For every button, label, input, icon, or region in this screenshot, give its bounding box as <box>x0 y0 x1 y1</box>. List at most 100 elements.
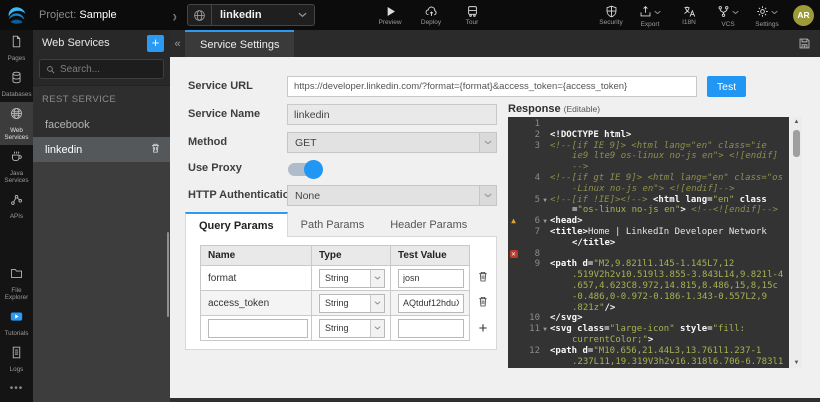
search-input[interactable] <box>60 64 157 75</box>
line-number: 5 <box>519 195 540 206</box>
delete-param-button[interactable] <box>470 270 496 288</box>
vcs-icon <box>717 4 730 18</box>
param-type-select[interactable]: String <box>319 294 385 313</box>
toolbar-preview-button[interactable]: Preview <box>377 0 403 30</box>
fold-toggle-icon[interactable]: ▼ <box>540 216 550 227</box>
sidebar-item-apis[interactable]: APIs <box>0 188 33 224</box>
toolbar-tour-button[interactable]: Tour <box>459 0 485 30</box>
delete-service-button[interactable] <box>150 142 161 157</box>
collapse-panel-icon[interactable]: « <box>170 30 185 57</box>
add-param-button[interactable]: + <box>470 320 496 337</box>
service-url-input[interactable] <box>287 76 697 97</box>
sidebar-item-pages[interactable]: Pages <box>0 30 33 66</box>
fold-toggle-icon <box>540 151 550 162</box>
response-editable-hint: (Editable) <box>564 104 600 114</box>
service-name-input[interactable] <box>287 104 497 125</box>
toolbar-export-button[interactable]: Export <box>637 0 663 30</box>
i18n-icon <box>683 4 696 18</box>
tab-header-params[interactable]: Header Params <box>377 212 480 237</box>
service-selector-dropdown[interactable]: linkedin <box>187 4 315 26</box>
param-type-select[interactable]: String <box>319 319 385 338</box>
editor-scrollbar[interactable]: ▲ ▼ <box>791 117 802 368</box>
method-select[interactable]: GET <box>287 132 497 153</box>
code-line: -Linux no-js en"> <![endif]--> <box>508 184 789 195</box>
scroll-down-icon[interactable]: ▼ <box>791 358 802 368</box>
service-item-label: facebook <box>45 119 90 131</box>
tab-query-params[interactable]: Query Params <box>185 212 288 237</box>
toolbar-deploy-button[interactable]: Deploy <box>418 0 444 30</box>
fold-toggle-icon[interactable]: ▼ <box>540 195 550 206</box>
code-line: ie9 lte9 os-linux no-js en"> <![endif] <box>508 151 789 162</box>
param-type-select[interactable]: String <box>319 269 385 288</box>
gutter-annotation <box>508 313 519 324</box>
project-label: Project: <box>39 9 76 21</box>
service-search[interactable] <box>39 59 164 79</box>
line-number: 7 <box>519 227 540 238</box>
response-code-editor[interactable]: 12<!DOCTYPE html>3<!--[if IE 9]> <html l… <box>508 117 789 368</box>
scrollbar-thumb[interactable] <box>793 130 800 157</box>
gutter-annotation <box>508 184 519 195</box>
fold-toggle-icon <box>540 141 550 152</box>
line-number <box>519 151 540 162</box>
param-test-value-input[interactable] <box>398 319 464 338</box>
web-services-icon <box>10 107 23 125</box>
panel-scrollbar[interactable] <box>167 232 169 317</box>
fold-toggle-icon <box>540 357 550 368</box>
param-type-value: String <box>320 298 370 308</box>
param-test-value-input[interactable] <box>398 294 464 313</box>
toolbar-settings-button[interactable]: Settings <box>754 0 780 30</box>
test-button[interactable]: Test <box>707 76 746 97</box>
use-proxy-toggle[interactable] <box>288 163 321 176</box>
scroll-up-icon[interactable]: ▲ <box>791 117 802 127</box>
sidebar-item-logs[interactable]: Logs <box>0 341 33 377</box>
sidebar-item-label: APIs <box>10 213 23 220</box>
tab-path-params[interactable]: Path Params <box>288 212 378 237</box>
fold-toggle-icon <box>540 238 550 249</box>
fold-toggle-icon <box>540 249 550 260</box>
fold-toggle-icon <box>540 292 550 303</box>
sidebar-item-java-services[interactable]: Java Services <box>0 145 33 188</box>
editor-tabbar: « Service Settings <box>170 30 820 57</box>
fold-toggle-icon <box>540 173 550 184</box>
service-item-facebook[interactable]: facebook <box>33 112 170 137</box>
param-test-value-input[interactable] <box>398 269 464 288</box>
toolbar-vcs-button[interactable]: VCS <box>715 0 741 30</box>
fold-toggle-icon <box>540 205 550 216</box>
sidebar-item-file-explorer[interactable]: File Explorer <box>0 262 33 305</box>
fold-toggle-icon <box>540 119 550 130</box>
save-button[interactable] <box>788 30 820 57</box>
fold-toggle-icon[interactable]: ▼ <box>540 324 550 335</box>
fold-toggle-icon <box>540 335 550 346</box>
chevron-down-icon <box>370 295 384 312</box>
line-number <box>519 184 540 195</box>
service-item-linkedin[interactable]: linkedin <box>33 137 170 162</box>
sidebar-item-web-services[interactable]: Web Services <box>0 102 33 145</box>
gutter-annotation <box>508 324 519 335</box>
tab-service-settings[interactable]: Service Settings <box>185 30 294 57</box>
toolbar-security-button[interactable]: Security <box>598 0 624 30</box>
param-name-input[interactable] <box>208 319 308 338</box>
sidebar-item-databases[interactable]: Databases <box>0 66 33 102</box>
user-avatar[interactable]: AR <box>793 5 814 26</box>
gutter-annotation <box>508 162 519 173</box>
search-icon <box>46 65 55 74</box>
chevron-down-icon <box>771 2 778 20</box>
sidebar-item-tutorials[interactable]: Tutorials <box>0 305 33 341</box>
chevron-down-icon <box>370 270 384 287</box>
code-line: </title> <box>508 238 789 249</box>
add-service-button[interactable]: + <box>147 35 164 52</box>
code-line: currentColor;"> <box>508 335 789 346</box>
chevron-down-icon <box>479 186 496 205</box>
column-header-name: Name <box>200 245 312 266</box>
line-number <box>519 281 540 292</box>
http-auth-select[interactable]: None <box>287 185 497 206</box>
line-number: 11 <box>519 324 540 335</box>
delete-param-button[interactable] <box>470 295 496 313</box>
http-auth-value: None <box>288 190 479 202</box>
toolbar-i18n-button[interactable]: I18N <box>676 0 702 30</box>
service-name-label: Service Name <box>188 108 260 120</box>
globe-icon <box>188 5 212 25</box>
param-name: access_token <box>208 298 269 309</box>
main-area: « Service Settings Service URL Test Serv… <box>170 30 820 402</box>
sidebar-overflow-menu[interactable]: ••• <box>0 377 33 402</box>
